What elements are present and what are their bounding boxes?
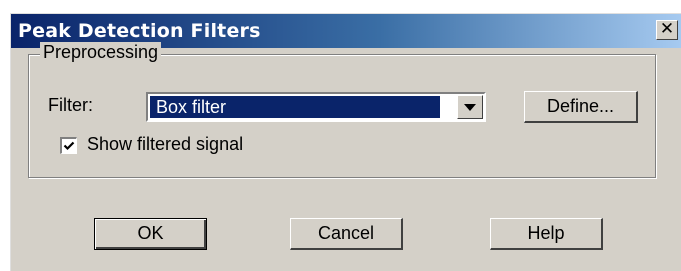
filter-select[interactable]: Box filter <box>146 92 486 122</box>
close-button[interactable]: ✕ <box>656 20 678 40</box>
show-filtered-label: Show filtered signal <box>87 134 244 154</box>
show-filtered-checkbox[interactable] <box>60 137 77 154</box>
window-title: Peak Detection Filters <box>18 20 261 42</box>
ok-button[interactable]: OK <box>94 218 207 250</box>
help-button[interactable]: Help <box>490 218 603 250</box>
filter-select-value: Box filter <box>150 96 440 118</box>
filter-label: Filter: <box>48 95 93 115</box>
define-button[interactable]: Define... <box>524 91 638 123</box>
checkmark-icon <box>63 141 75 151</box>
preprocessing-legend: Preprocessing <box>40 42 162 63</box>
cancel-button[interactable]: Cancel <box>290 218 403 250</box>
close-icon: ✕ <box>659 19 675 39</box>
chevron-down-icon[interactable] <box>457 95 483 119</box>
